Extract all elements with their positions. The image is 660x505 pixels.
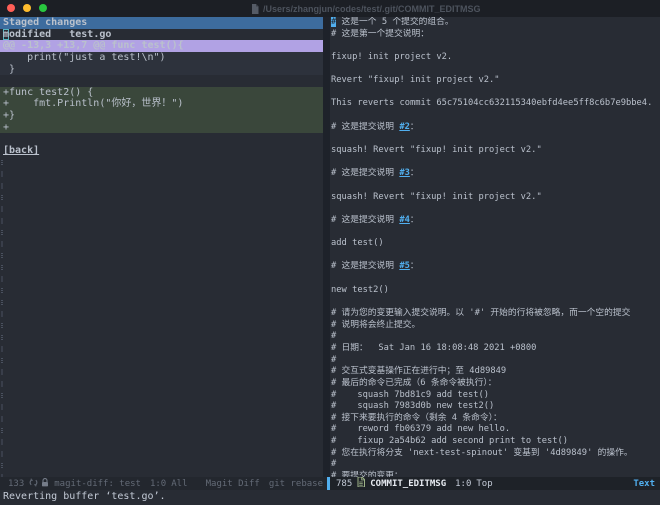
major-mode[interactable]: Magit Diff bbox=[206, 479, 260, 489]
commit-line[interactable]: # bbox=[330, 459, 660, 471]
commit-line[interactable]: # bbox=[330, 331, 660, 343]
diff-line[interactable]: +func test2() { bbox=[0, 87, 323, 99]
titlebar: /Users/zhangjun/codes/test/.git/COMMIT_E… bbox=[0, 0, 660, 17]
commit-line[interactable]: fixup! init project v2. bbox=[330, 52, 660, 64]
commit-line[interactable]: add test() bbox=[330, 238, 660, 250]
text-segment: # 这是提交说明 bbox=[331, 168, 399, 178]
text-segment: odified test.go bbox=[9, 29, 111, 40]
diff-line[interactable] bbox=[0, 133, 323, 145]
minimize-button[interactable] bbox=[23, 4, 31, 12]
commit-line[interactable]: # bbox=[330, 355, 660, 367]
commit-line[interactable]: squash! Revert "fixup! init project v2." bbox=[330, 192, 660, 204]
commit-line[interactable] bbox=[330, 273, 660, 285]
commit-line[interactable] bbox=[330, 87, 660, 99]
text-segment: # 这是提交说明 bbox=[331, 122, 399, 132]
commit-line[interactable]: # reword fb06379 add new hello. bbox=[330, 424, 660, 436]
commit-line[interactable]: # 您在执行将分支 'next-test-spinout' 变基到 '4d898… bbox=[330, 448, 660, 460]
commit-line[interactable] bbox=[330, 40, 660, 52]
cursor-position: 1:0 bbox=[150, 479, 166, 489]
commit-line[interactable]: # 这是提交说明 #4： bbox=[330, 215, 660, 227]
diff-line[interactable]: } bbox=[0, 64, 323, 76]
commit-editmsg-buffer[interactable]: # 这是一个 5 个提交的组合。# 这是第一个提交说明：fixup! init … bbox=[330, 17, 660, 477]
text-segment: ： bbox=[410, 168, 419, 178]
commit-line[interactable]: # 请为您的变更输入提交说明。以 '#' 开始的行将被忽略，而一个空的提交 bbox=[330, 308, 660, 320]
scroll-position: Top bbox=[476, 479, 492, 489]
empty-line-fringe-indicator bbox=[1, 160, 3, 477]
commit-line[interactable]: This reverts commit 65c75104cc632115340e… bbox=[330, 98, 660, 110]
document-icon bbox=[251, 4, 259, 14]
buffer-name: COMMIT_EDITMSG bbox=[370, 479, 446, 489]
commit-line[interactable]: # 接下来要执行的命令（剩余 4 条命令）： bbox=[330, 413, 660, 425]
buffer-size: 785 bbox=[336, 479, 352, 489]
text-segment: # 这是提交说明 bbox=[331, 261, 399, 271]
commit-line[interactable]: new test2() bbox=[330, 285, 660, 297]
commit-line[interactable] bbox=[330, 227, 660, 239]
commit-line[interactable] bbox=[330, 180, 660, 192]
commit-line[interactable] bbox=[330, 250, 660, 262]
commit-line[interactable] bbox=[330, 110, 660, 122]
commit-line[interactable]: # 说明将会终止提交。 bbox=[330, 320, 660, 332]
scroll-position: All bbox=[171, 479, 187, 489]
major-mode[interactable]: Text bbox=[633, 479, 655, 489]
echo-area: Reverting buffer ‘test.go’. bbox=[0, 490, 660, 505]
commit-line[interactable]: # squash 7983d0b new test2() bbox=[330, 401, 660, 413]
commit-line[interactable]: # fixup 2a54b62 add second print to test… bbox=[330, 436, 660, 448]
diff-line[interactable]: Staged changes bbox=[0, 17, 323, 29]
text-segment: ： bbox=[410, 261, 419, 271]
diff-line[interactable]: @@ -13,3 +13,7 @@ func test(){ bbox=[0, 40, 323, 52]
buffer-size: 133 bbox=[8, 479, 24, 489]
buffer-name: magit-diff: test bbox=[54, 479, 141, 489]
commit-line[interactable]: squash! Revert "fixup! init project v2." bbox=[330, 145, 660, 157]
diff-line[interactable]: print("just a test!\n") bbox=[0, 52, 323, 64]
text-segment: ： bbox=[410, 122, 419, 132]
refresh-icon bbox=[29, 478, 38, 490]
commit-ref-link[interactable]: #3 bbox=[399, 168, 410, 178]
commit-line[interactable]: # 这是第一个提交说明： bbox=[330, 29, 660, 41]
commit-line[interactable]: Revert "fixup! init project v2." bbox=[330, 75, 660, 87]
diff-line[interactable]: + bbox=[0, 122, 323, 134]
diff-line[interactable]: modified test.go bbox=[0, 29, 323, 41]
emacs-window: /Users/zhangjun/codes/test/.git/COMMIT_E… bbox=[0, 0, 660, 505]
commit-line[interactable]: # 这是一个 5 个提交的组合。 bbox=[330, 17, 660, 29]
diff-line[interactable] bbox=[0, 75, 323, 87]
diff-line[interactable]: +} bbox=[0, 110, 323, 122]
cursor-position: 1:0 bbox=[455, 479, 471, 489]
commit-line[interactable]: # 交互式变基操作正在进行中；至 4d89849 bbox=[330, 366, 660, 378]
commit-ref-link[interactable]: #4 bbox=[399, 215, 410, 225]
document-icon bbox=[357, 477, 365, 490]
text-segment: 这是一个 5 个提交的组合。 bbox=[336, 17, 453, 27]
window-title: /Users/zhangjun/codes/test/.git/COMMIT_E… bbox=[263, 4, 481, 14]
diff-line[interactable]: + fmt.Println("你好，世界！") bbox=[0, 98, 323, 110]
window-divider[interactable] bbox=[323, 17, 330, 477]
magit-diff-buffer[interactable]: Staged changesmodified test.go@@ -13,3 +… bbox=[0, 17, 323, 477]
zoom-button[interactable] bbox=[39, 4, 47, 12]
lock-icon bbox=[41, 478, 49, 490]
commit-ref-link[interactable]: #2 bbox=[399, 122, 410, 132]
diff-line[interactable]: [back] bbox=[0, 145, 323, 157]
commit-line[interactable]: # 这是提交说明 #2： bbox=[330, 122, 660, 134]
commit-line[interactable]: # 最后的命令已完成（6 条命令被执行）： bbox=[330, 378, 660, 390]
text-segment: ： bbox=[410, 215, 419, 225]
commit-line[interactable]: # 日期： Sat Jan 16 18:08:48 2021 +0800 bbox=[330, 343, 660, 355]
commit-line[interactable]: # 这是提交说明 #5： bbox=[330, 261, 660, 273]
commit-line[interactable]: # 这是提交说明 #3： bbox=[330, 168, 660, 180]
text-segment: # 这是提交说明 bbox=[331, 215, 399, 225]
commit-line[interactable] bbox=[330, 64, 660, 76]
commit-line[interactable] bbox=[330, 296, 660, 308]
modeline-inactive: 133 magit-diff: test 1:0 All Magit Diff … bbox=[0, 477, 327, 490]
commit-line[interactable] bbox=[330, 133, 660, 145]
vc-state[interactable]: git rebase bbox=[269, 479, 323, 489]
commit-line[interactable] bbox=[330, 157, 660, 169]
commit-line[interactable] bbox=[330, 203, 660, 215]
commit-ref-link[interactable]: #5 bbox=[399, 261, 410, 271]
close-button[interactable] bbox=[7, 4, 15, 12]
modeline-active: 785 COMMIT_EDITMSG 1:0 Top Text bbox=[327, 477, 660, 490]
commit-line[interactable]: # squash 7bd81c9 add test() bbox=[330, 390, 660, 402]
